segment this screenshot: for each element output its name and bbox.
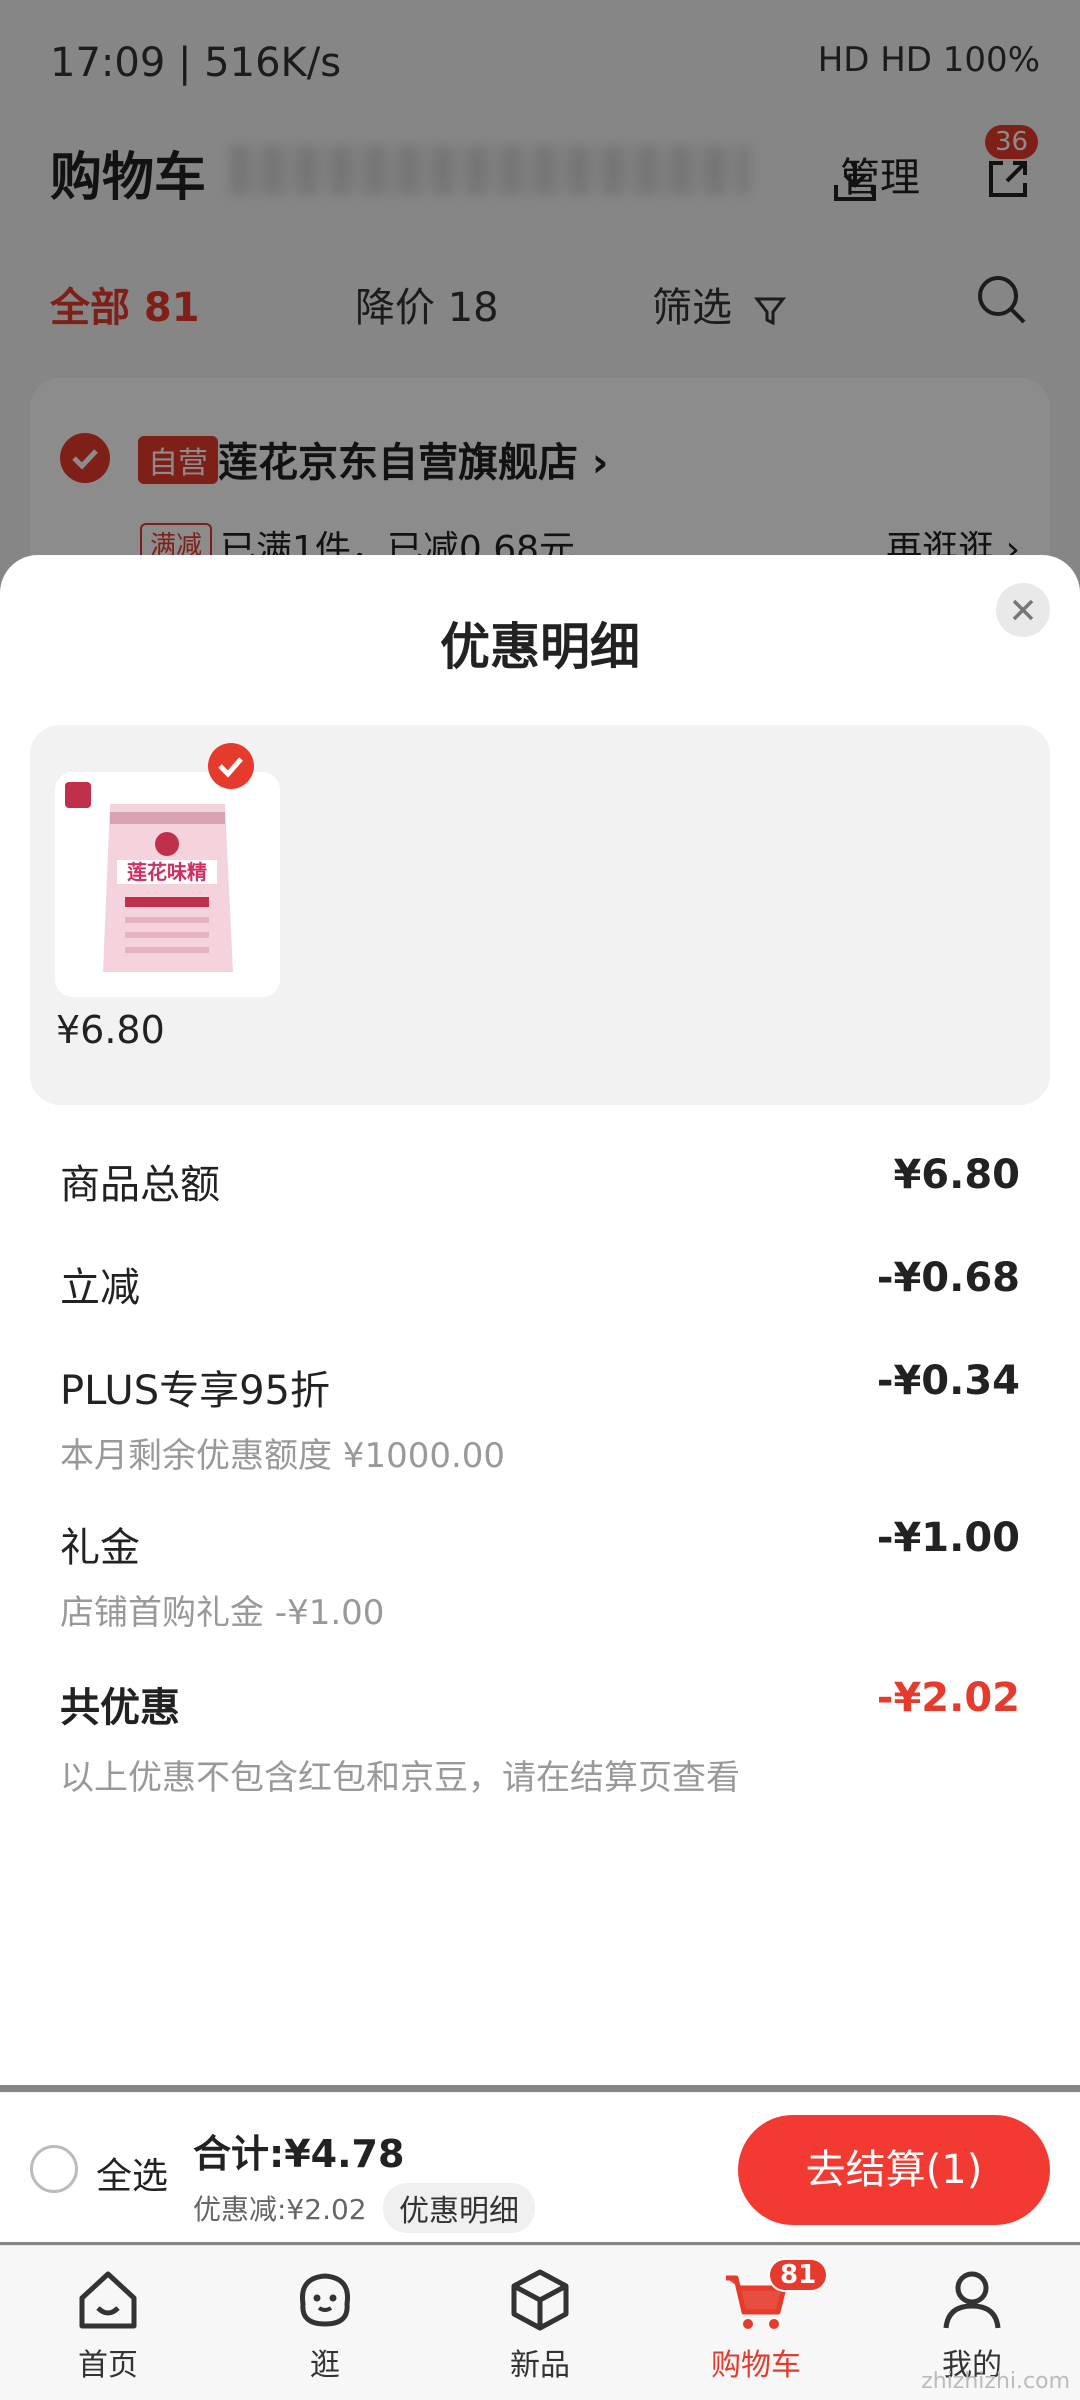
detail-value: ¥6.80 [893, 1152, 1020, 1198]
checkout-button[interactable]: 去结算(1) [738, 2115, 1050, 2225]
user-icon [943, 2271, 1001, 2329]
nav-browse-label: 逛 [310, 2348, 340, 2383]
detail-label: 商品总额 [60, 1162, 220, 1208]
product-image[interactable]: 莲花味精 [55, 772, 280, 997]
cart-count-badge: 81 [768, 2258, 829, 2292]
nav-mine[interactable]: 我的 [872, 2264, 1072, 2384]
watermark: zhizhizhi.com [921, 2369, 1070, 2394]
detail-label: 立减 [60, 1265, 140, 1311]
close-button[interactable] [996, 583, 1050, 637]
discount-amount: 优惠减:¥2.02 [193, 2193, 367, 2226]
home-icon [79, 2271, 137, 2329]
total-amount: 合计:¥4.78 [193, 2132, 405, 2176]
nav-browse[interactable]: 逛 [225, 2264, 425, 2384]
nav-home[interactable]: 首页 [8, 2264, 208, 2384]
total-discount-label: 共优惠 [60, 1685, 180, 1731]
bottom-nav: 首页 逛 新品 81 购物车 我的 zhizhizhi.com [0, 2245, 1080, 2400]
nav-cart[interactable]: 81 购物车 [656, 2258, 856, 2384]
detail-label: PLUS专享95折 [60, 1368, 330, 1414]
product-check-icon[interactable] [208, 743, 254, 789]
select-all-radio[interactable] [30, 2145, 78, 2193]
browse-icon [299, 2273, 351, 2327]
close-icon [1012, 599, 1034, 621]
detail-value: -¥0.68 [876, 1255, 1020, 1301]
total-discount-value: -¥2.02 [876, 1675, 1020, 1721]
select-all-label[interactable]: 全选 [96, 2147, 168, 2199]
detail-sub: 店铺首购礼金 -¥1.00 [60, 1593, 385, 1633]
nav-new[interactable]: 新品 [440, 2264, 640, 2384]
sheet-title: 优惠明细 [440, 618, 640, 676]
discount-note: 以上优惠不包含红包和京豆，请在结算页查看 [60, 1758, 740, 1798]
discount-detail-sheet: 优惠明细 莲花味精 ¥6.80 商品总额 ¥6.80 立减 -¥0.68 PLU… [0, 555, 1080, 2085]
discount-detail-button[interactable]: 优惠明细 [383, 2183, 535, 2233]
nav-home-label: 首页 [78, 2348, 138, 2383]
detail-sub: 本月剩余优惠额度 ¥1000.00 [60, 1436, 506, 1476]
detail-value: -¥0.34 [876, 1358, 1020, 1404]
new-products-icon [511, 2269, 569, 2331]
detail-label: 礼金 [60, 1525, 140, 1571]
product-box: 莲花味精 ¥6.80 [30, 725, 1050, 1105]
detail-value: -¥1.00 [876, 1515, 1020, 1561]
checkout-bar: 全选 合计:¥4.78 优惠减:¥2.02 优惠明细 去结算(1) [0, 2092, 1080, 2242]
nav-cart-label: 购物车 [711, 2348, 801, 2383]
product-price: ¥6.80 [56, 1008, 165, 1052]
product-package-text: 莲花味精 [127, 860, 207, 884]
nav-new-label: 新品 [510, 2348, 570, 2383]
